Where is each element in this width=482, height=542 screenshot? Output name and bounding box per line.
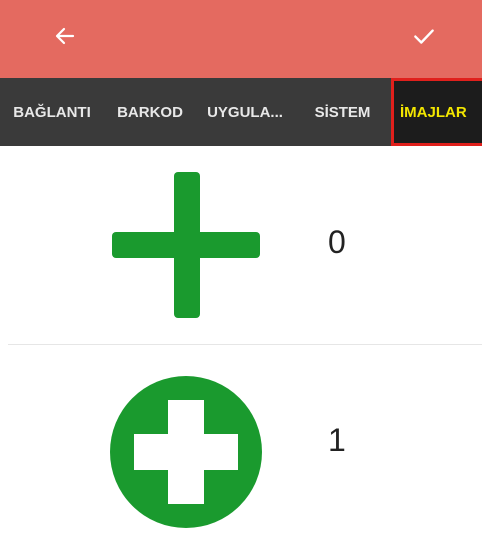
- arrow-left-icon: [55, 27, 75, 45]
- tab-baglanti[interactable]: BAĞLANTI: [0, 78, 104, 146]
- back-button[interactable]: [43, 14, 87, 58]
- tab-label: UYGULA...: [207, 103, 283, 121]
- image-list-item[interactable]: 1: [0, 346, 482, 542]
- check-icon: [414, 29, 434, 44]
- plus-circle-icon: [110, 376, 262, 528]
- plus-icon: [112, 172, 260, 318]
- tab-label: BAĞLANTI: [13, 103, 91, 121]
- tab-uygulama[interactable]: UYGULA...: [196, 78, 294, 146]
- list-divider: [8, 344, 482, 345]
- tab-bar: BAĞLANTI BARKOD UYGULA... SİSTEM İMAJLAR: [0, 78, 482, 146]
- tab-label: BARKOD: [117, 103, 183, 121]
- app-toolbar: [0, 0, 482, 78]
- tab-sistem[interactable]: SİSTEM: [294, 78, 391, 146]
- tab-label: İMAJLAR: [400, 103, 467, 121]
- confirm-button[interactable]: [402, 14, 446, 58]
- image-value: 1: [328, 422, 346, 458]
- tab-imajlar[interactable]: İMAJLAR: [391, 78, 482, 146]
- tab-barkod[interactable]: BARKOD: [104, 78, 196, 146]
- tab-label: SİSTEM: [314, 103, 371, 121]
- image-list-item[interactable]: 0: [0, 148, 482, 344]
- image-value: 0: [328, 224, 346, 260]
